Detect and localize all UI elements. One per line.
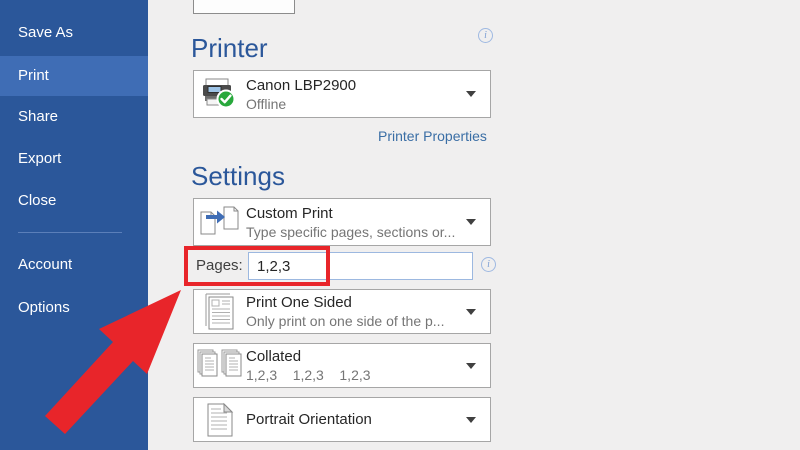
settings-section-heading: Settings xyxy=(191,161,285,192)
chevron-down-icon xyxy=(466,417,476,423)
print-range-title: Custom Print xyxy=(246,204,460,223)
sidebar-item-account[interactable]: Account xyxy=(0,256,148,274)
printer-status: Offline xyxy=(246,95,460,113)
chevron-down-icon xyxy=(466,363,476,369)
printer-info-icon[interactable]: i xyxy=(478,28,493,43)
backstage-sidebar: Save As Print Share Export Close Account… xyxy=(0,0,148,450)
one-sided-page-icon xyxy=(194,293,246,331)
print-range-dropdown[interactable]: Custom Print Type specific pages, sectio… xyxy=(193,198,491,246)
chevron-down-icon xyxy=(466,91,476,97)
portrait-page-icon xyxy=(194,402,246,438)
copies-field-partial[interactable] xyxy=(193,0,295,14)
sidebar-divider xyxy=(18,232,122,233)
sidebar-item-export[interactable]: Export xyxy=(0,150,148,168)
collation-title: Collated xyxy=(246,347,460,366)
printer-device-icon xyxy=(194,77,246,111)
printer-section-heading: Printer xyxy=(191,33,268,64)
duplex-subtitle: Only print on one side of the p... xyxy=(246,312,460,330)
duplex-title: Print One Sided xyxy=(246,293,460,312)
sidebar-item-save-as[interactable]: Save As xyxy=(0,24,148,42)
custom-print-icon xyxy=(194,204,246,240)
print-range-subtitle: Type specific pages, sections or... xyxy=(246,223,460,241)
sidebar-item-options[interactable]: Options xyxy=(0,299,148,317)
print-backstage-view: Save As Print Share Export Close Account… xyxy=(0,0,800,450)
sidebar-item-print[interactable]: Print xyxy=(0,56,148,96)
sidebar-item-share[interactable]: Share xyxy=(0,108,148,126)
pages-info-icon[interactable]: i xyxy=(481,257,496,272)
duplex-dropdown[interactable]: Print One Sided Only print on one side o… xyxy=(193,289,491,334)
orientation-title: Portrait Orientation xyxy=(246,410,460,429)
printer-name: Canon LBP2900 xyxy=(246,76,460,95)
printer-selector-dropdown[interactable]: Canon LBP2900 Offline xyxy=(193,70,491,118)
pages-label: Pages: xyxy=(196,257,243,274)
orientation-dropdown[interactable]: Portrait Orientation xyxy=(193,397,491,442)
collation-subtitle: 1,2,3 1,2,3 1,2,3 xyxy=(246,366,460,384)
chevron-down-icon xyxy=(466,309,476,315)
chevron-down-icon xyxy=(466,219,476,225)
collation-dropdown[interactable]: Collated 1,2,3 1,2,3 1,2,3 xyxy=(193,343,491,388)
collated-icon xyxy=(194,349,246,383)
pages-input[interactable] xyxy=(248,252,473,280)
printer-properties-link[interactable]: Printer Properties xyxy=(378,128,487,144)
sidebar-item-close[interactable]: Close xyxy=(0,192,148,210)
